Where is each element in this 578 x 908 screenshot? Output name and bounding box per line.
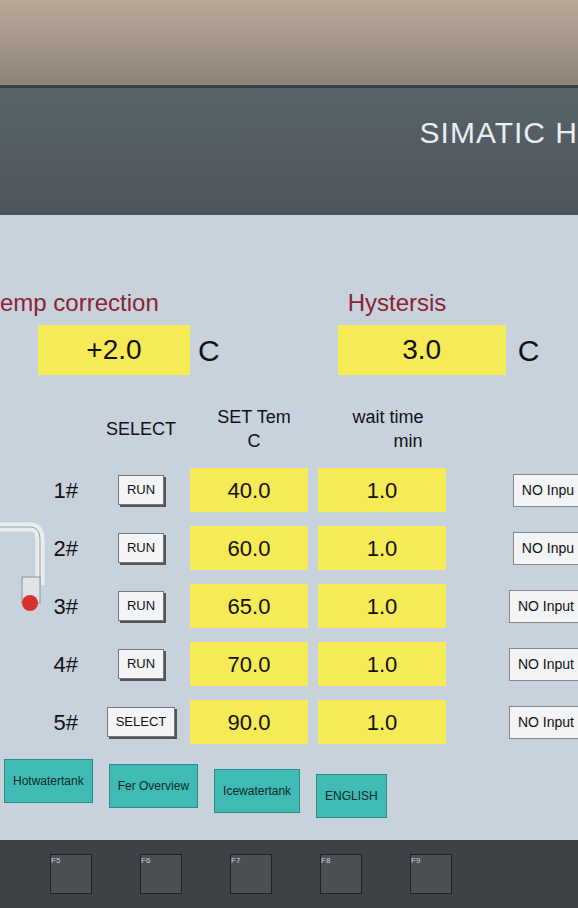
set-temp-field[interactable]: 60.0 <box>190 526 308 570</box>
wait-time-field[interactable]: 1.0 <box>318 468 446 512</box>
input-status: NO Input <box>509 648 578 681</box>
select-cell: RUN <box>92 591 190 621</box>
set-temp-field[interactable]: 65.0 <box>190 584 308 628</box>
wait-time-field[interactable]: 1.0 <box>318 526 446 570</box>
step-index: 5# <box>0 706 92 739</box>
input-cell: NO Input <box>458 706 578 739</box>
function-key[interactable]: F6 <box>140 854 182 894</box>
set-temp-cell: 40.0 <box>190 468 318 512</box>
select-button[interactable]: RUN <box>118 533 164 563</box>
step-index: 1# <box>0 474 92 507</box>
step-row: 5# SELECT 90.01.0 NO Input <box>0 693 578 751</box>
temp_correction-group: emp correction +2.0C <box>0 285 220 375</box>
wall <box>0 0 578 85</box>
temp_correction-unit: C <box>198 328 220 373</box>
step-row: 4# RUN 70.01.0 NO Input <box>0 635 578 693</box>
hysteresis-field[interactable]: 3.0 <box>338 325 506 375</box>
select-cell: SELECT <box>92 707 190 737</box>
hysteresis-unit: C <box>518 328 540 373</box>
select-header: SELECT <box>92 417 190 441</box>
hysteresis-label: Hystersis <box>338 285 540 321</box>
temp_correction-row: +2.0C <box>38 325 220 375</box>
function-key[interactable]: F7 <box>230 854 272 894</box>
wait-time-field[interactable]: 1.0 <box>318 700 446 744</box>
select-button[interactable]: RUN <box>118 591 164 621</box>
step-index: 4# <box>0 648 92 681</box>
wait-time-title: wait time <box>318 405 458 429</box>
wait-time-header: wait timemin <box>318 405 458 453</box>
select-button[interactable]: RUN <box>118 649 164 679</box>
set-temp-title: SET Tem <box>190 405 318 429</box>
input-cell: NO Inpu <box>458 532 578 565</box>
hysteresis-group: Hystersis 3.0 C <box>220 285 540 375</box>
set-temp-cell: 70.0 <box>190 642 318 686</box>
nav-button[interactable]: Hotwatertank <box>4 759 93 803</box>
hmi-screen: emp correction+2.0CHystersis3.0CSELECTSE… <box>0 215 578 840</box>
function-key[interactable]: F5 <box>50 854 92 894</box>
step-index: 2# <box>0 532 92 565</box>
wait-time-cell: 1.0 <box>318 642 458 686</box>
step-index: 3# <box>0 590 92 623</box>
set-temp-field[interactable]: 90.0 <box>190 700 308 744</box>
set-temp-header: SET TemC <box>190 405 318 453</box>
input-status: NO Inpu <box>513 474 578 507</box>
step-row: 3# RUN 65.01.0 NO Input <box>0 577 578 635</box>
wait-time-cell: 1.0 <box>318 526 458 570</box>
set-temp-field[interactable]: 70.0 <box>190 642 308 686</box>
top-bezel: SIMATIC H <box>0 85 578 215</box>
table-header: SELECTSET TemCwait timemin <box>0 405 578 453</box>
nav-button[interactable]: Fer Overview <box>109 764 198 808</box>
nav-button[interactable]: Icewatertank <box>214 769 300 813</box>
function-key-label: F6 <box>141 855 181 867</box>
select-cell: RUN <box>92 533 190 563</box>
wait-time-field[interactable]: 1.0 <box>318 642 446 686</box>
function-key-label: F8 <box>321 855 361 867</box>
select-cell: RUN <box>92 475 190 505</box>
hysteresis-row: 3.0 C <box>338 325 540 375</box>
input-cell: NO Input <box>458 590 578 623</box>
wait-time-cell: 1.0 <box>318 468 458 512</box>
set-temp-cell: 90.0 <box>190 700 318 744</box>
nav-button[interactable]: ENGLISH <box>316 774 387 818</box>
nav-bar: Hotwatertank Fer Overview Icewatertank ENGL… <box>0 759 578 818</box>
wait-time-cell: 1.0 <box>318 584 458 628</box>
function-key[interactable]: F9 <box>410 854 452 894</box>
function-key-label: F9 <box>411 855 451 867</box>
step-row: 2# RUN 60.01.0 NO Inpu <box>0 519 578 577</box>
function-key[interactable]: F8 <box>320 854 362 894</box>
function-key-label: F5 <box>51 855 91 867</box>
input-cell: NO Inpu <box>458 474 578 507</box>
brand-logo: SIMATIC H <box>420 88 578 215</box>
step-row: 1# RUN 40.01.0 NO Inpu <box>0 461 578 519</box>
temp_correction-field[interactable]: +2.0 <box>38 325 190 375</box>
wait-time-unit: min <box>318 429 458 453</box>
set-temp-cell: 60.0 <box>190 526 318 570</box>
input-cell: NO Input <box>458 648 578 681</box>
input-status: NO Input <box>509 706 578 739</box>
temp_correction-label: emp correction <box>0 285 220 321</box>
input-status: NO Inpu <box>513 532 578 565</box>
set-temp-cell: 65.0 <box>190 584 318 628</box>
bottom-bezel: F5 F6 F7 F8 F9 <box>0 840 578 908</box>
input-status: NO Input <box>509 590 578 623</box>
parameters: emp correction+2.0CHystersis3.0C <box>0 215 578 375</box>
set-temp-field[interactable]: 40.0 <box>190 468 308 512</box>
select-button[interactable]: SELECT <box>107 707 176 737</box>
wait-time-cell: 1.0 <box>318 700 458 744</box>
step-table: 1#RUN40.01.0NO Inpu2#RUN60.01.0NO Inpu3#… <box>0 461 578 751</box>
set-temp-unit: C <box>190 429 318 453</box>
select-cell: RUN <box>92 649 190 679</box>
wait-time-field[interactable]: 1.0 <box>318 584 446 628</box>
valve-icon <box>0 515 46 635</box>
function-key-label: F7 <box>231 855 271 867</box>
select-button[interactable]: RUN <box>118 475 164 505</box>
